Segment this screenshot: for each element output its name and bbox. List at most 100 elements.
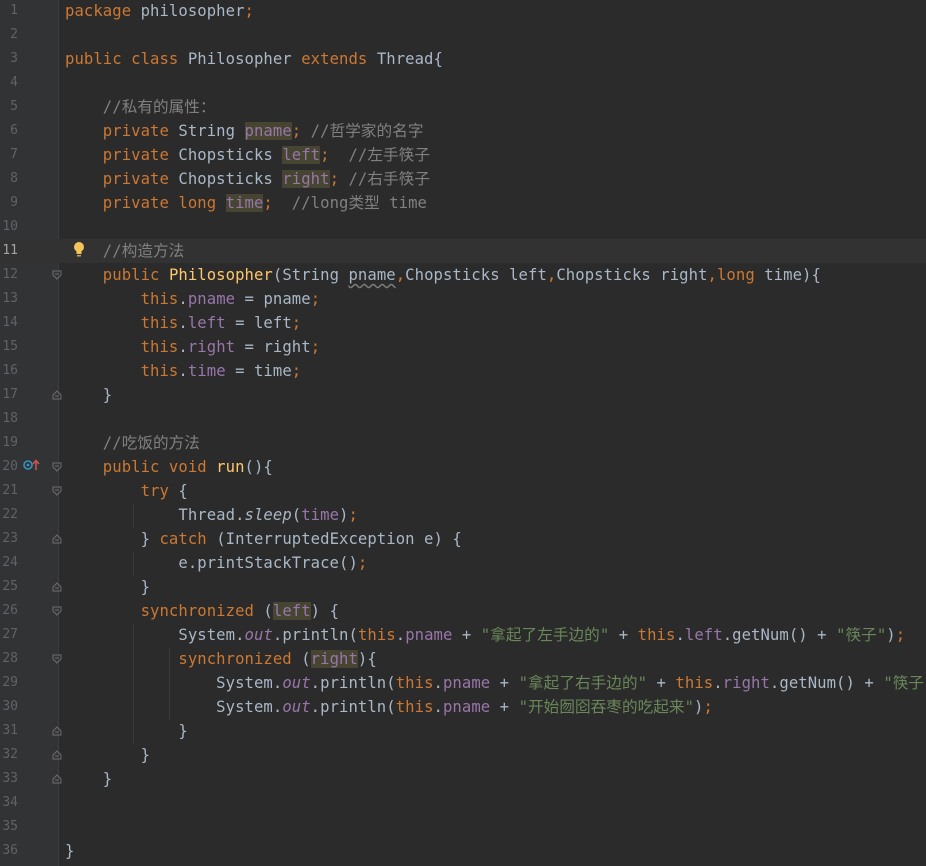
line-number[interactable]: 29 (0, 671, 18, 695)
fold-expand-icon[interactable] (52, 647, 62, 671)
line-number[interactable]: 11 (0, 239, 18, 263)
code-text[interactable]: System.out.println(this.pname + "开始囫囵吞枣的… (65, 695, 713, 719)
line-number[interactable]: 33 (0, 767, 18, 791)
code-text[interactable]: Thread.sleep(time); (65, 503, 358, 527)
code-text[interactable]: public void run(){ (65, 455, 273, 479)
code-text[interactable]: public class Philosopher extends Thread{ (65, 47, 443, 71)
line-number[interactable]: 30 (0, 695, 18, 719)
code-line[interactable]: 6 private String pname; //哲学家的名字 (0, 119, 926, 143)
line-number[interactable]: 19 (0, 431, 18, 455)
code-line[interactable]: 35 (0, 815, 926, 839)
code-text[interactable]: package philosopher; (65, 0, 254, 23)
code-text[interactable]: synchronized (left) { (65, 599, 339, 623)
line-number[interactable]: 23 (0, 527, 18, 551)
line-number[interactable]: 10 (0, 215, 18, 239)
code-line[interactable]: 11 //构造方法 (0, 239, 926, 263)
code-text[interactable]: this.time = time; (65, 359, 302, 383)
code-line[interactable]: 16 this.time = time; (0, 359, 926, 383)
code-text[interactable]: //私有的属性： (65, 95, 216, 119)
code-text[interactable]: } (65, 839, 74, 863)
fold-expand-icon[interactable] (52, 455, 62, 479)
code-line[interactable]: 1 package philosopher; (0, 0, 926, 23)
code-text[interactable]: } (65, 743, 150, 767)
line-number[interactable]: 5 (0, 95, 18, 119)
line-number[interactable]: 25 (0, 575, 18, 599)
code-line[interactable]: 25 } (0, 575, 926, 599)
code-line[interactable]: 29 System.out.println(this.pname + "拿起了右… (0, 671, 926, 695)
line-number[interactable]: 17 (0, 383, 18, 407)
code-line[interactable]: 8 private Chopsticks right; //右手筷子 (0, 167, 926, 191)
code-text[interactable]: } catch (InterruptedException e) { (65, 527, 462, 551)
line-number[interactable]: 3 (0, 47, 18, 71)
line-number[interactable]: 15 (0, 335, 18, 359)
code-text[interactable]: //吃饭的方法 (65, 431, 200, 455)
code-text[interactable]: private long time; //long类型 time (65, 191, 427, 215)
fold-collapse-end-icon[interactable] (52, 767, 62, 791)
code-line[interactable]: 15 this.right = right; (0, 335, 926, 359)
fold-collapse-end-icon[interactable] (52, 719, 62, 743)
code-line[interactable]: 10 (0, 215, 926, 239)
code-line[interactable]: 17 } (0, 383, 926, 407)
line-number[interactable]: 12 (0, 263, 18, 287)
code-line[interactable]: 21 try { (0, 479, 926, 503)
code-line[interactable]: 27 System.out.println(this.pname + "拿起了左… (0, 623, 926, 647)
fold-collapse-end-icon[interactable] (52, 743, 62, 767)
code-text[interactable]: System.out.println(this.pname + "拿起了左手边的… (65, 623, 905, 647)
code-line[interactable]: 13 this.pname = pname; (0, 287, 926, 311)
code-line[interactable]: 18 (0, 407, 926, 431)
line-number[interactable]: 24 (0, 551, 18, 575)
line-number[interactable]: 26 (0, 599, 18, 623)
code-text[interactable]: } (65, 767, 112, 791)
fold-expand-icon[interactable] (52, 263, 62, 287)
code-line[interactable]: 19 //吃饭的方法 (0, 431, 926, 455)
code-text[interactable]: private Chopsticks right; //右手筷子 (65, 167, 430, 191)
line-number[interactable]: 27 (0, 623, 18, 647)
line-number[interactable]: 7 (0, 143, 18, 167)
line-number[interactable]: 22 (0, 503, 18, 527)
code-line[interactable]: 28 synchronized (right){ (0, 647, 926, 671)
code-line[interactable]: 12 public Philosopher(String pname,Chops… (0, 263, 926, 287)
line-number[interactable]: 28 (0, 647, 18, 671)
fold-collapse-end-icon[interactable] (52, 575, 62, 599)
code-line[interactable]: 34 (0, 791, 926, 815)
fold-expand-icon[interactable] (52, 479, 62, 503)
code-line[interactable]: 30 System.out.println(this.pname + "开始囫囵… (0, 695, 926, 719)
line-number[interactable]: 13 (0, 287, 18, 311)
override-marker-icon[interactable] (22, 457, 42, 473)
code-line[interactable]: 23 } catch (InterruptedException e) { (0, 527, 926, 551)
line-number[interactable]: 14 (0, 311, 18, 335)
code-text[interactable]: this.left = left; (65, 311, 302, 335)
code-text[interactable]: System.out.println(this.pname + "拿起了右手边的… (65, 671, 926, 695)
code-text[interactable]: } (65, 719, 188, 743)
line-number[interactable]: 6 (0, 119, 18, 143)
code-line[interactable]: 20 public void run(){ (0, 455, 926, 479)
code-line[interactable]: 33 } (0, 767, 926, 791)
code-line[interactable]: 22 Thread.sleep(time); (0, 503, 926, 527)
code-line[interactable]: 3 public class Philosopher extends Thread… (0, 47, 926, 71)
code-text[interactable]: public Philosopher(String pname,Chopstic… (65, 263, 821, 287)
code-line[interactable]: 5 //私有的属性： (0, 95, 926, 119)
code-line[interactable]: 9 private long time; //long类型 time (0, 191, 926, 215)
code-text[interactable]: this.right = right; (65, 335, 320, 359)
line-number[interactable]: 36 (0, 839, 18, 863)
line-number[interactable]: 31 (0, 719, 18, 743)
intention-bulb-icon[interactable] (72, 240, 86, 260)
line-number[interactable]: 20 (0, 455, 18, 479)
code-text[interactable]: private Chopsticks left; //左手筷子 (65, 143, 430, 167)
line-number[interactable]: 16 (0, 359, 18, 383)
line-number[interactable]: 34 (0, 791, 18, 815)
line-number[interactable]: 18 (0, 407, 18, 431)
code-line[interactable]: 14 this.left = left; (0, 311, 926, 335)
line-number[interactable]: 9 (0, 191, 18, 215)
line-number[interactable]: 8 (0, 167, 18, 191)
code-line[interactable]: 32 } (0, 743, 926, 767)
code-text[interactable]: } (65, 575, 150, 599)
code-text[interactable]: } (65, 383, 112, 407)
code-line[interactable]: 24 e.printStackTrace(); (0, 551, 926, 575)
code-text[interactable]: e.printStackTrace(); (65, 551, 367, 575)
code-text[interactable]: synchronized (right){ (65, 647, 377, 671)
line-number[interactable]: 4 (0, 71, 18, 95)
line-number[interactable]: 1 (0, 0, 18, 23)
line-number[interactable]: 21 (0, 479, 18, 503)
fold-collapse-end-icon[interactable] (52, 527, 62, 551)
